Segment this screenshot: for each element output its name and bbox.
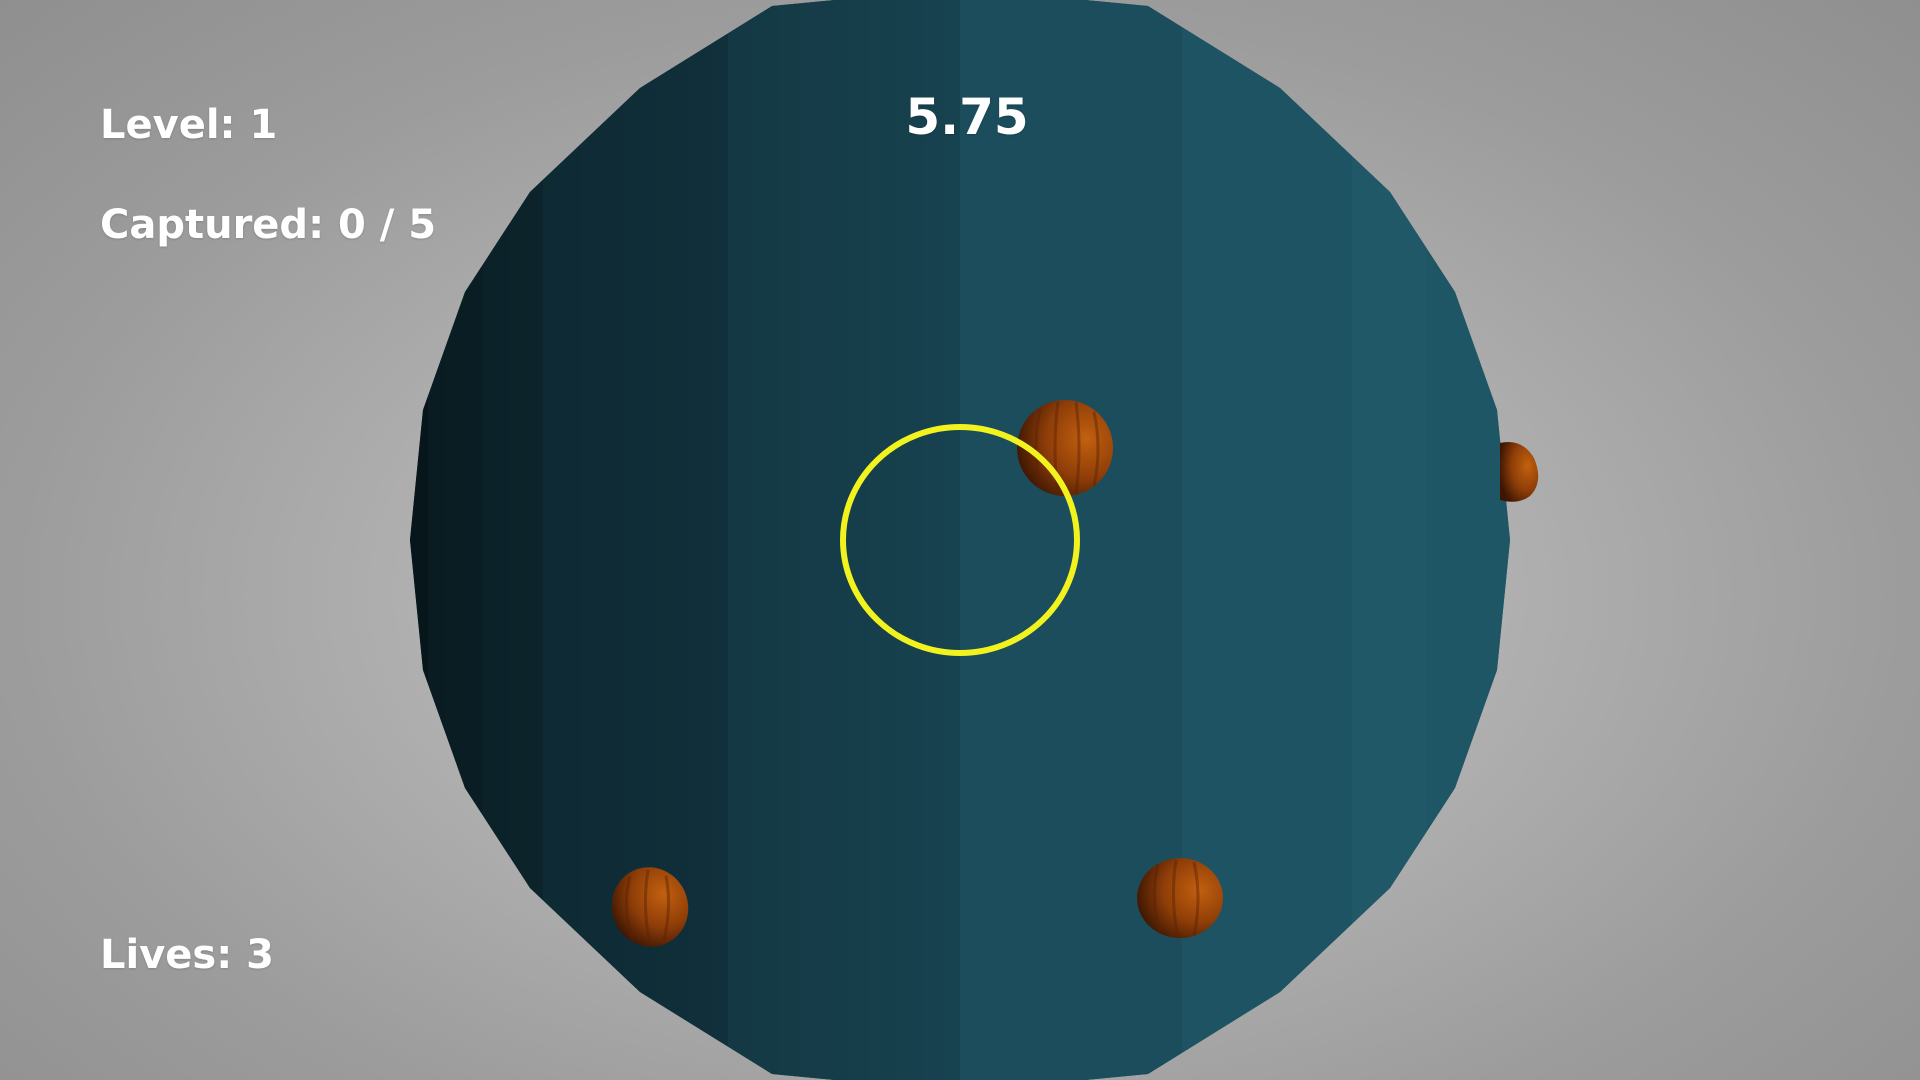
- captured-counter: Captured: 0 / 5: [100, 202, 437, 248]
- planet: [410, 0, 1510, 1080]
- game-scene[interactable]: [0, 0, 1920, 1080]
- countdown-timer: 5.75: [905, 88, 1029, 146]
- critter[interactable]: [1137, 858, 1223, 939]
- lives-label: Lives: 3: [100, 932, 274, 978]
- critter[interactable]: [1500, 442, 1539, 502]
